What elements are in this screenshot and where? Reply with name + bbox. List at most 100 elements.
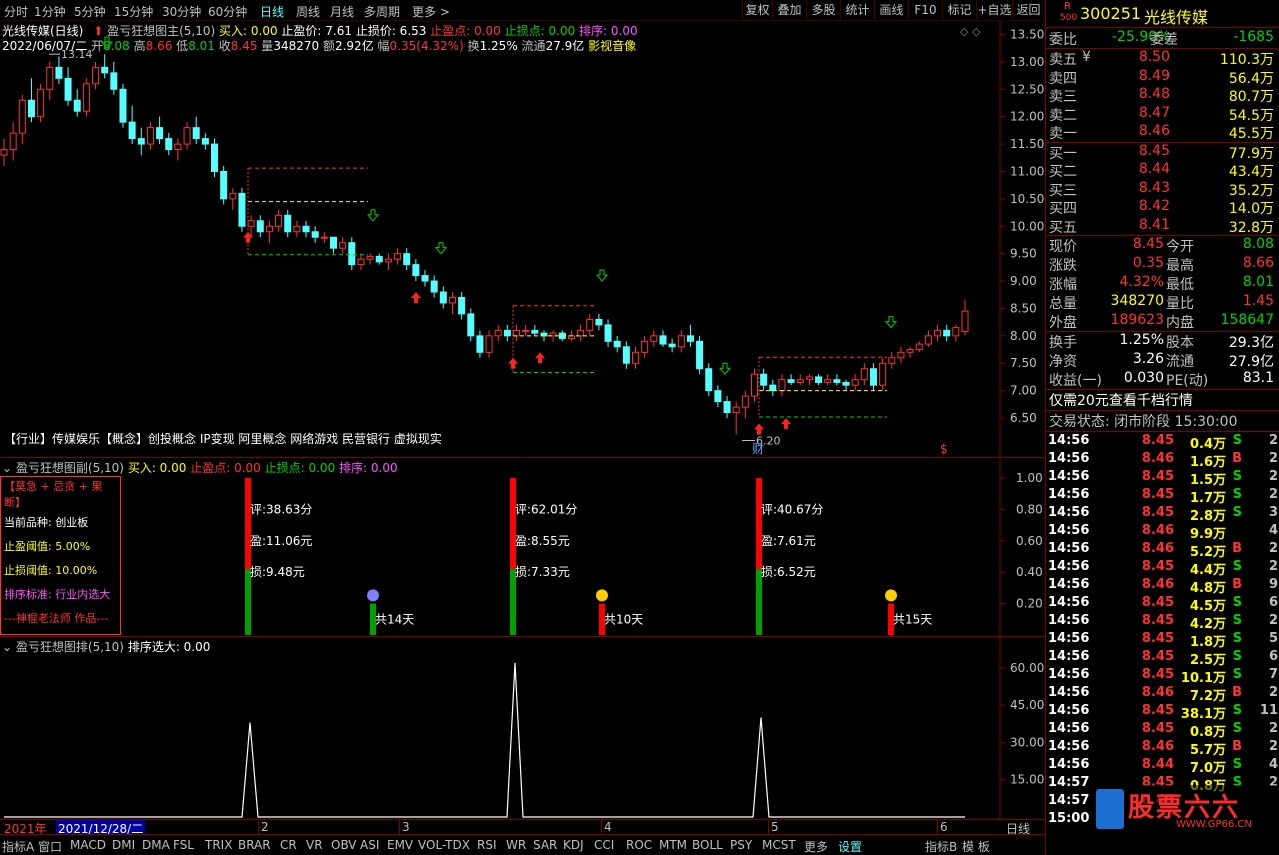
toolbar-button-3[interactable]: 统计: [840, 0, 874, 20]
quote-value: 29.3亿: [1228, 335, 1274, 351]
indicator-tab-0[interactable]: 指标A: [2, 838, 34, 855]
indicator-tab-1[interactable]: 窗口: [38, 838, 62, 855]
buy-row[interactable]: 买二 8.44 43.4万: [1046, 161, 1279, 180]
indicator-name[interactable]: 盈亏狂想图主(5,10): [107, 24, 215, 38]
period-tab-10[interactable]: 更多 >: [412, 3, 450, 20]
indicator-tab-2[interactable]: MACD: [70, 838, 106, 852]
indicator-tab-14[interactable]: RSI: [477, 838, 497, 852]
indicator-tab-26[interactable]: 指标B: [925, 838, 957, 855]
toolbar-button-7[interactable]: +自选: [976, 0, 1012, 20]
sell-row[interactable]: 卖三 8.48 80.7万: [1046, 86, 1279, 105]
promo-link[interactable]: 仅需20元查看千档行情: [1049, 390, 1193, 410]
sell-volume: 110.3万: [1219, 52, 1274, 68]
indicator-tab-4[interactable]: DMA: [142, 838, 170, 852]
indicator-tab-25[interactable]: 设置: [838, 838, 862, 855]
period-tab-9[interactable]: 多周期: [364, 3, 400, 20]
period-tab-0[interactable]: 分时: [4, 3, 28, 20]
period-tab-1[interactable]: 1分钟: [34, 3, 66, 20]
buy-arrow-icon: [754, 423, 764, 435]
candle-body: [46, 66, 54, 90]
indicator-tab-11[interactable]: ASI: [360, 838, 379, 852]
period-tab-4[interactable]: 30分钟: [162, 3, 201, 20]
sub1-title[interactable]: 盈亏狂想图副(5,10): [16, 461, 124, 475]
tick-volume: 0.4万: [1189, 437, 1226, 452]
sell-row[interactable]: 卖一 8.46 45.5万: [1046, 123, 1279, 142]
indicator-tab-18[interactable]: CCI: [594, 838, 614, 852]
indicator-tab-13[interactable]: VOL-TDX: [418, 838, 470, 852]
indicator-tab-3[interactable]: DMI: [112, 838, 135, 852]
wc-label: 委差: [1150, 32, 1178, 48]
indicator-tab-19[interactable]: ROC: [626, 838, 652, 852]
indicator-tab-9[interactable]: VR: [306, 838, 323, 852]
indicator-tab-8[interactable]: CR: [280, 838, 297, 852]
toolbar-button-4[interactable]: 画线: [874, 0, 908, 20]
logo-square-icon: [1096, 789, 1124, 829]
toolbar-button-6[interactable]: 标记: [942, 0, 976, 20]
indicator-tab-22[interactable]: PSY: [730, 838, 752, 852]
candle-body: [421, 275, 429, 282]
main-kline-chart[interactable]: 13.50 13.00 12.50 12.00 11.50 11.00 10.50 10.00…: [0, 21, 1044, 457]
indicator-tab-17[interactable]: KDJ: [563, 838, 584, 852]
sub-chart-1[interactable]: 1.00 0.80 0.60 0.40 0.20 评:38.63分 盈:11.06元 损:9.…: [0, 457, 1044, 636]
candle-body: [384, 258, 392, 263]
toolbar-button-0[interactable]: 复权: [742, 0, 772, 20]
buy-row[interactable]: 买一 8.45 77.9万: [1046, 143, 1279, 162]
tick-count: 2: [1268, 541, 1278, 556]
buy-price: 8.41: [1138, 216, 1170, 233]
tick-side: S: [1232, 757, 1242, 772]
toolbar-button-1[interactable]: 叠加: [772, 0, 806, 20]
indicator-tab-12[interactable]: EMV: [387, 838, 413, 852]
tick-row: 14:56 8.45 38.1万 S 11: [1046, 703, 1279, 722]
period-tab-6[interactable]: 日线: [260, 3, 284, 20]
period-tab-8[interactable]: 月线: [330, 3, 354, 20]
tick-side: B: [1232, 739, 1242, 754]
tick-row: 14:56 8.46 9.9万 4: [1046, 523, 1279, 542]
diamond-icons[interactable]: ◇ ◇: [960, 25, 980, 38]
sub1-sl: 止损点: 0.00: [264, 461, 336, 475]
toolbar-button-8[interactable]: 返回: [1012, 0, 1044, 20]
smile-face-icon: [596, 589, 608, 602]
period-tab-2[interactable]: 5分钟: [74, 3, 106, 20]
indicator-tab-7[interactable]: BRAR: [238, 838, 271, 852]
kline-svg[interactable]: 13.50 13.00 12.50 12.00 11.50 11.00 10.50 10.00…: [0, 21, 1044, 457]
candle-body: [403, 253, 411, 266]
toolbar-button-2[interactable]: 多股: [806, 0, 840, 20]
quote-value: 8.08: [1242, 236, 1274, 252]
toolbar-button-5[interactable]: F10: [908, 0, 942, 20]
chevron-icon[interactable]: ⌄: [2, 461, 12, 475]
x-month-label: 3: [399, 820, 410, 834]
buy-row[interactable]: 买三 8.43 35.2万: [1046, 180, 1279, 199]
period-tab-7[interactable]: 周线: [296, 3, 320, 20]
buy-row[interactable]: 买四 8.42 14.0万: [1046, 198, 1279, 217]
sell-row[interactable]: 卖二 8.47 54.5万: [1046, 105, 1279, 124]
tick-volume: 38.1万: [1180, 707, 1226, 722]
indicator-tab-5[interactable]: FSL: [173, 838, 194, 852]
indicator-tab-15[interactable]: WR: [506, 838, 526, 852]
sub2-title[interactable]: 盈亏狂想图排(5,10): [16, 640, 124, 654]
tick-side: S: [1232, 649, 1242, 664]
candle-body: [686, 335, 694, 342]
turn-label: 换: [467, 39, 480, 53]
indicator-tab-16[interactable]: SAR: [533, 838, 557, 852]
buy-row[interactable]: 买五 8.41 32.8万: [1046, 217, 1279, 236]
period-tab-5[interactable]: 60分钟: [208, 3, 247, 20]
indicator-tab-24[interactable]: 更多: [804, 838, 828, 855]
indicator-tab-10[interactable]: OBV: [331, 838, 357, 852]
sell-level-label: 卖二: [1049, 107, 1077, 124]
indicator-tab-6[interactable]: TRIX: [205, 838, 232, 852]
indicator-tab-27[interactable]: 模 板: [962, 838, 990, 855]
indicator-tab-23[interactable]: MCST: [762, 838, 796, 852]
sell-volume: 45.5万: [1228, 126, 1274, 142]
chevron-icon[interactable]: ⌄: [2, 640, 12, 654]
tick-time: 14:56: [1048, 757, 1090, 772]
sell-row[interactable]: 卖四 8.49 56.4万: [1046, 68, 1279, 87]
sub-chart-2[interactable]: 60.00 45.00 30.00 15.00 ⌄ 盈亏狂想图排(5,10) 排序选大…: [0, 636, 1044, 820]
tick-price: 8.45: [1141, 559, 1174, 574]
indicator-tab-20[interactable]: MTM: [659, 838, 687, 852]
period-tab-3[interactable]: 15分钟: [114, 3, 153, 20]
wb-label: 委比: [1049, 32, 1077, 48]
candle-body: [622, 346, 630, 364]
indicator-tab-21[interactable]: BOLL: [692, 838, 723, 852]
sell-row[interactable]: 卖五 ¥8.50 110.3万: [1046, 49, 1279, 68]
tick-volume: 7.0万: [1189, 761, 1226, 776]
